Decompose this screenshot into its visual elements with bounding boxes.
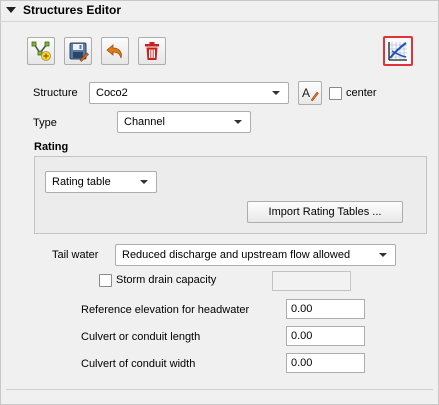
import-rating-tables-button[interactable]: Import Rating Tables ...: [247, 201, 403, 223]
rating-title: Rating: [34, 141, 69, 153]
undo-icon: [106, 44, 122, 59]
culvert-width-label: Culvert of conduit width: [81, 358, 196, 370]
rating-curve-icon: [388, 42, 407, 61]
reference-elevation-input[interactable]: 0.00: [286, 299, 365, 319]
svg-text:A: A: [302, 86, 310, 100]
tail-water-value: Reduced discharge and upstream flow allo…: [122, 249, 351, 261]
culvert-width-value: 0.00: [291, 357, 313, 369]
center-label: center: [346, 87, 377, 99]
collapse-arrow-icon[interactable]: [6, 7, 16, 13]
chevron-down-icon: [140, 180, 148, 184]
rating-group: Rating table Import Rating Tables ...: [34, 156, 427, 234]
add-structure-button[interactable]: [27, 37, 55, 65]
rating-value: Rating table: [52, 176, 111, 188]
trash-icon: [145, 42, 159, 60]
storm-drain-label: Storm drain capacity: [116, 274, 217, 286]
panel-header[interactable]: Structures Editor: [0, 0, 439, 20]
header-divider: [0, 21, 439, 22]
center-checkbox[interactable]: [329, 87, 342, 100]
tail-water-select[interactable]: Reduced discharge and upstream flow allo…: [115, 244, 396, 266]
culvert-length-input[interactable]: 0.00: [286, 326, 365, 346]
type-value: Channel: [124, 116, 165, 128]
structure-select[interactable]: Coco2: [89, 82, 289, 104]
structure-value: Coco2: [96, 87, 128, 99]
delete-button[interactable]: [138, 37, 166, 65]
panel-title: Structures Editor: [23, 3, 122, 17]
rename-icon: A: [302, 86, 319, 102]
storm-drain-checkbox[interactable]: [99, 274, 112, 287]
chevron-down-icon: [379, 253, 387, 257]
culvert-length-value: 0.00: [291, 330, 313, 342]
reference-elevation-label: Reference elevation for headwater: [81, 304, 250, 316]
add-structure-icon: [31, 41, 51, 61]
undo-button[interactable]: [101, 37, 129, 65]
type-select[interactable]: Channel: [117, 111, 251, 133]
culvert-length-label: Culvert or conduit length: [81, 331, 201, 343]
save-button[interactable]: [64, 37, 92, 65]
tail-water-label: Tail water: [52, 249, 99, 261]
chevron-down-icon: [272, 91, 280, 95]
import-rating-tables-label: Import Rating Tables ...: [268, 206, 382, 218]
reference-elevation-value: 0.00: [291, 303, 313, 315]
rating-select[interactable]: Rating table: [45, 171, 157, 193]
rating-curve-button[interactable]: [383, 36, 413, 66]
culvert-width-input[interactable]: 0.00: [286, 353, 365, 373]
bottom-divider: [6, 389, 433, 390]
save-icon: [69, 42, 89, 62]
structure-label: Structure: [33, 87, 78, 99]
type-label: Type: [33, 117, 57, 129]
storm-drain-capacity-input[interactable]: [272, 271, 351, 291]
rename-structure-button[interactable]: A: [298, 81, 322, 105]
chevron-down-icon: [234, 120, 242, 124]
